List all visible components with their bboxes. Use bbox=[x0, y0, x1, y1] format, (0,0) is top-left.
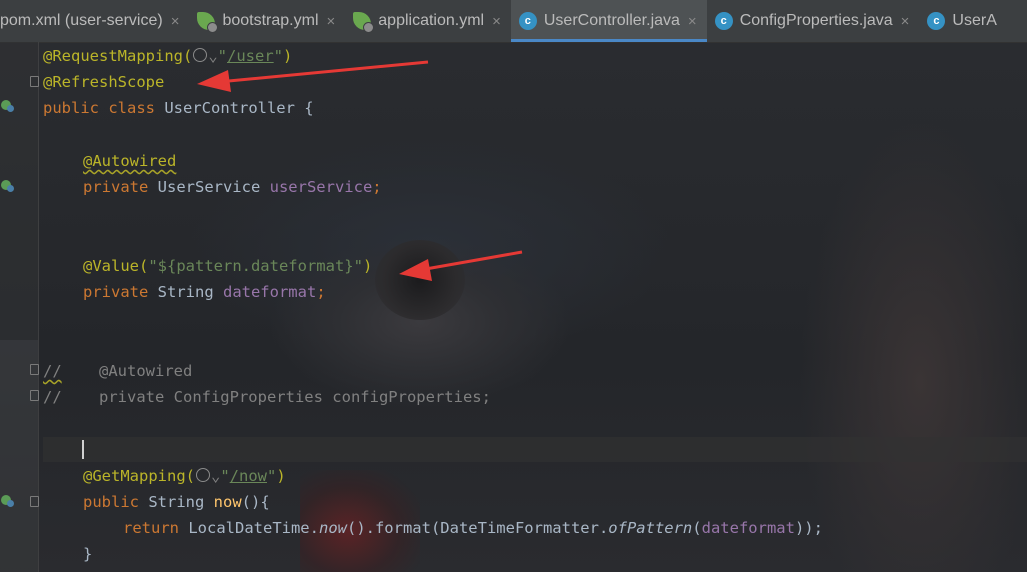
spring-yml-icon bbox=[353, 12, 375, 33]
code-line: // @Autowired bbox=[43, 362, 193, 380]
code-line: } bbox=[83, 545, 93, 563]
code-line: public String now(){ bbox=[83, 493, 270, 511]
code-line: return LocalDateTime.now().format(DateTi… bbox=[123, 519, 823, 537]
request-mapping-gutter-icon[interactable] bbox=[1, 495, 14, 507]
autowired-gutter-icon[interactable] bbox=[1, 180, 14, 192]
tab-label: application.yml bbox=[378, 12, 485, 29]
chevron-down-icon: ⌄ bbox=[210, 467, 221, 485]
fold-marker-icon[interactable] bbox=[30, 390, 39, 401]
code-line: // private ConfigProperties configProper… bbox=[43, 388, 491, 406]
code-line: private UserService userService; bbox=[83, 178, 382, 196]
class-icon: c bbox=[927, 12, 946, 30]
globe-icon[interactable] bbox=[193, 48, 208, 62]
tab-label: UserController.java bbox=[543, 12, 680, 29]
close-icon[interactable]: × bbox=[327, 13, 336, 30]
tab-label: pom.xml (user-service) bbox=[0, 12, 163, 29]
tab-label: ConfigProperties.java bbox=[739, 12, 893, 29]
close-icon[interactable]: × bbox=[171, 13, 180, 30]
class-icon: c bbox=[518, 12, 537, 30]
url-link[interactable]: /now bbox=[230, 467, 267, 485]
fold-marker-icon[interactable] bbox=[30, 496, 39, 507]
code-line: @Value("${pattern.dateformat}") bbox=[83, 257, 373, 275]
editor-gutter bbox=[0, 42, 39, 572]
globe-icon[interactable] bbox=[195, 468, 210, 482]
close-icon[interactable]: × bbox=[688, 13, 697, 30]
code-editor[interactable]: @RequestMapping(⌄"/user") @RefreshScope … bbox=[43, 42, 1027, 572]
code-line: @RefreshScope bbox=[43, 73, 165, 91]
spring-yml-icon bbox=[197, 12, 219, 33]
code-line: @RequestMapping(⌄"/user") bbox=[43, 47, 293, 65]
tab-pom-xml[interactable]: pom.xml (user-service) × bbox=[0, 0, 189, 42]
code-line: @Autowired bbox=[83, 152, 177, 170]
tab-bootstrap-yml[interactable]: bootstrap.yml × bbox=[189, 0, 345, 42]
close-icon[interactable]: × bbox=[901, 13, 910, 30]
tab-application-yml[interactable]: application.yml × bbox=[345, 0, 511, 42]
code-line: public class UserController { bbox=[43, 99, 314, 117]
editor-tab-bar: pom.xml (user-service) × bootstrap.yml ×… bbox=[0, 0, 1027, 43]
tab-label: UserA bbox=[952, 12, 997, 29]
chevron-down-icon: ⌄ bbox=[208, 47, 218, 65]
fold-marker-icon[interactable] bbox=[30, 76, 39, 87]
tab-usera[interactable]: c UserA bbox=[919, 0, 1006, 42]
tab-label: bootstrap.yml bbox=[222, 12, 319, 29]
url-link[interactable]: /user bbox=[227, 47, 274, 65]
fold-marker-icon[interactable] bbox=[30, 364, 39, 375]
code-line: private String dateformat; bbox=[83, 283, 326, 301]
close-icon[interactable]: × bbox=[492, 13, 501, 30]
spring-bean-gutter-icon[interactable] bbox=[1, 100, 14, 112]
code-line: @GetMapping(⌄"/now") bbox=[83, 467, 286, 485]
tab-usercontroller-java[interactable]: c UserController.java × bbox=[510, 0, 707, 42]
tab-configproperties-java[interactable]: c ConfigProperties.java × bbox=[707, 0, 920, 42]
class-icon: c bbox=[714, 12, 733, 30]
